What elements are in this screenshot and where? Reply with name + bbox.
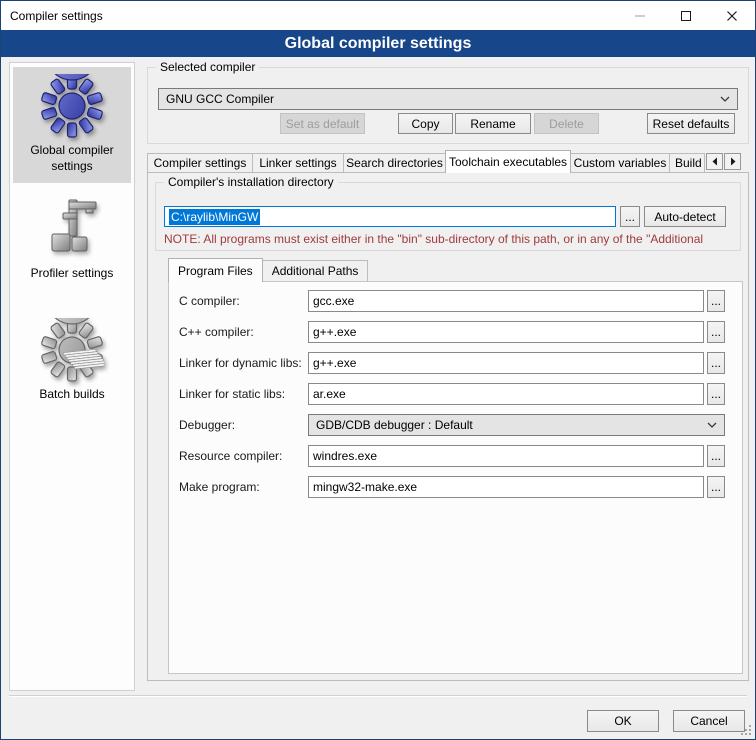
browse-button[interactable]: ... <box>707 445 725 467</box>
field-label: C compiler: <box>179 294 240 308</box>
installation-directory-group: Compiler's installation directory C:\ray… <box>155 182 741 251</box>
installation-note: NOTE: All programs must exist either in … <box>164 232 736 246</box>
field-row-c-compiler: C compiler: gcc.exe... <box>169 290 742 312</box>
maximize-icon[interactable] <box>663 1 709 30</box>
dialog-header: Global compiler settings <box>1 30 755 57</box>
tab-label: Toolchain executables <box>449 155 567 169</box>
input-value: ar.exe <box>313 387 346 401</box>
c-compiler-input[interactable]: g++.exe <box>308 321 704 343</box>
tab-custom-variables[interactable]: Custom variables <box>570 153 670 172</box>
field-row-make-program: Make program: mingw32-make.exe... <box>169 476 742 498</box>
browse-button[interactable]: ... <box>707 383 725 405</box>
select-value: GDB/CDB debugger : Default <box>316 418 473 432</box>
field-row-debugger: Debugger: GDB/CDB debugger : Default <box>169 414 742 436</box>
sidebar-item-profiler-settings[interactable]: Profiler settings <box>13 190 131 291</box>
browse-button[interactable]: ... <box>707 321 725 343</box>
compiler-select[interactable]: GNU GCC Compiler <box>158 88 738 110</box>
subtab-label: Additional Paths <box>272 264 359 278</box>
dialog-header-title: Global compiler settings <box>285 35 472 53</box>
input-value: windres.exe <box>313 449 377 463</box>
tab-compiler-settings[interactable]: Compiler settings <box>147 153 253 172</box>
toolchain-executables-page: Compiler's installation directory C:\ray… <box>147 172 749 681</box>
titlebar: Compiler settings <box>1 1 755 30</box>
selected-compiler-group-label: Selected compiler <box>156 60 259 74</box>
global-compiler-gear-icon <box>40 74 104 138</box>
window-title: Compiler settings <box>1 9 103 23</box>
input-value: gcc.exe <box>313 294 354 308</box>
program-files-tabstrip: Program Files Additional Paths <box>168 258 367 282</box>
field-label: C++ compiler: <box>179 325 254 339</box>
tab-label: Compiler settings <box>154 156 247 170</box>
profiler-caliper-icon <box>40 197 104 261</box>
tab-label: Custom variables <box>574 156 667 170</box>
delete-button: Delete <box>534 113 599 134</box>
ok-button[interactable]: OK <box>587 710 659 732</box>
field-row-linker-for-dynamic-libs: Linker for dynamic libs: g++.exe... <box>169 352 742 374</box>
chevron-down-icon <box>707 422 717 428</box>
footer-separator <box>9 695 747 697</box>
selected-compiler-group: Selected compiler GNU GCC Compiler Set a… <box>147 67 749 144</box>
field-label: Resource compiler: <box>179 449 282 463</box>
settings-category-sidebar: Global compiler settings Profiler settin… <box>9 62 135 691</box>
close-icon[interactable] <box>709 1 755 30</box>
debugger-select[interactable]: GDB/CDB debugger : Default <box>308 414 725 436</box>
input-value: mingw32-make.exe <box>313 480 417 494</box>
copy-button[interactable]: Copy <box>398 113 453 134</box>
tab-scroll-left-icon[interactable] <box>706 153 723 170</box>
sidebar-item-batch-builds[interactable]: Batch builds <box>13 311 131 412</box>
sidebar-item-label: Global compiler settings <box>15 143 129 174</box>
field-label: Linker for dynamic libs: <box>179 356 302 370</box>
field-row-linker-for-static-libs: Linker for static libs: ar.exe... <box>169 383 742 405</box>
c-compiler-input[interactable]: gcc.exe <box>308 290 704 312</box>
linker-for-static-libs-input[interactable]: ar.exe <box>308 383 704 405</box>
compiler-select-value: GNU GCC Compiler <box>166 92 274 106</box>
tab-search-directories[interactable]: Search directories <box>343 153 446 172</box>
tab-linker-settings[interactable]: Linker settings <box>252 153 344 172</box>
tab-scroll-controls <box>706 153 741 170</box>
installation-directory-input[interactable]: C:\raylib\MinGW <box>164 206 616 227</box>
sidebar-item-label: Batch builds <box>39 387 104 403</box>
set-as-default-button: Set as default <box>280 113 365 134</box>
settings-tabstrip: Compiler settings Linker settings Search d… <box>147 150 749 173</box>
batch-builds-gear-icon <box>40 318 104 382</box>
installation-directory-group-label: Compiler's installation directory <box>164 175 338 189</box>
tab-build-options[interactable]: Build options <box>669 153 705 172</box>
reset-defaults-button[interactable]: Reset defaults <box>647 113 735 134</box>
field-label: Linker for static libs: <box>179 387 285 401</box>
compiler-settings-window: Compiler settings Global compiler settin… <box>0 0 756 740</box>
browse-button[interactable]: ... <box>707 476 725 498</box>
sidebar-item-global-compiler-settings[interactable]: Global compiler settings <box>13 67 131 183</box>
field-label: Debugger: <box>179 418 235 432</box>
resize-grip[interactable] <box>740 724 751 735</box>
rename-button[interactable]: Rename <box>455 113 531 134</box>
auto-detect-button[interactable]: Auto-detect <box>644 206 726 227</box>
input-value: g++.exe <box>313 356 356 370</box>
chevron-down-icon <box>720 96 730 102</box>
window-controls <box>617 1 755 30</box>
tab-label: Search directories <box>346 156 443 170</box>
field-label: Make program: <box>179 480 260 494</box>
browse-directory-button[interactable]: ... <box>620 206 640 227</box>
field-row-resource-compiler: Resource compiler: windres.exe... <box>169 445 742 467</box>
minimize-icon[interactable] <box>617 1 663 30</box>
field-row-c-compiler: C++ compiler: g++.exe... <box>169 321 742 343</box>
tab-label: Linker settings <box>259 156 336 170</box>
tab-toolchain-executables[interactable]: Toolchain executables <box>445 150 571 173</box>
browse-button[interactable]: ... <box>707 352 725 374</box>
subtab-program-files[interactable]: Program Files <box>168 258 263 282</box>
linker-for-dynamic-libs-input[interactable]: g++.exe <box>308 352 704 374</box>
tab-scroll-right-icon[interactable] <box>724 153 741 170</box>
browse-button[interactable]: ... <box>707 290 725 312</box>
installation-directory-value: C:\raylib\MinGW <box>169 209 260 225</box>
program-files-panel: C compiler: gcc.exe... C++ compiler: g++.ex… <box>168 281 743 674</box>
sidebar-item-label: Profiler settings <box>31 266 114 282</box>
make-program-input[interactable]: mingw32-make.exe <box>308 476 704 498</box>
tab-label: Build options <box>675 156 705 170</box>
cancel-button[interactable]: Cancel <box>673 710 745 732</box>
subtab-label: Program Files <box>178 264 253 278</box>
input-value: g++.exe <box>313 325 356 339</box>
subtab-additional-paths[interactable]: Additional Paths <box>262 260 369 281</box>
resource-compiler-input[interactable]: windres.exe <box>308 445 704 467</box>
